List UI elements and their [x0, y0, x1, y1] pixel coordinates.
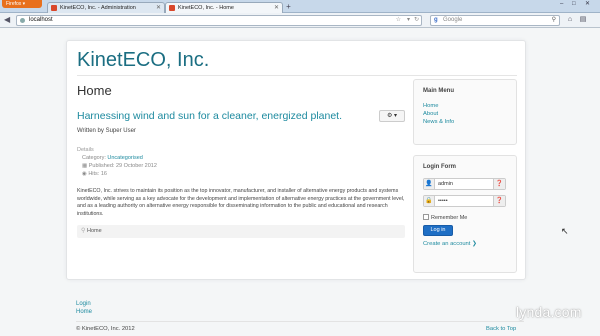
breadcrumb-home: Home: [87, 228, 102, 234]
category-link[interactable]: Uncategorised: [107, 155, 142, 161]
search-placeholder: Google: [443, 17, 463, 23]
footer-link-home[interactable]: Home: [76, 309, 92, 315]
gear-icon: ⚙ ▾: [386, 113, 398, 119]
category-row: Category: Uncategorised: [77, 154, 157, 162]
create-account-link[interactable]: Create an account ❯: [423, 241, 477, 247]
help-question-icon[interactable]: ❓: [493, 196, 505, 206]
url-bar[interactable]: localhost ☆ ▾ ↻: [16, 15, 422, 26]
tab-administration[interactable]: KinetECO, Inc. - Administration ✕: [47, 2, 165, 13]
menu-item-news-info[interactable]: News & Info: [423, 119, 454, 125]
article-details: Details Category: Uncategorised ▦ Publis…: [77, 146, 157, 178]
breadcrumb: ⚲ Home: [77, 225, 405, 238]
search-icon[interactable]: ⚲: [552, 16, 556, 25]
mouse-cursor-icon: ↖: [561, 226, 569, 236]
back-arrow-icon[interactable]: ◀: [4, 15, 10, 25]
copyright: © KinetECO, Inc. 2012: [76, 326, 135, 332]
search-engine-icon[interactable]: g: [434, 16, 438, 25]
menu-item-about[interactable]: About: [423, 111, 438, 117]
username-field[interactable]: 👤 ❓: [423, 178, 506, 190]
article-title[interactable]: Harnessing wind and sun for a cleaner, e…: [77, 110, 342, 122]
article-body: KinetECO, Inc. strives to maintain its p…: [77, 188, 405, 217]
browser-nav-bar: ◀ localhost ☆ ▾ ↻ g Google ⚲ ⌂ ▤: [0, 13, 600, 28]
new-tab-button[interactable]: +: [284, 2, 293, 12]
bookmark-star-icon[interactable]: ☆: [396, 16, 401, 25]
url-text: localhost: [29, 17, 53, 23]
help-question-icon[interactable]: ❓: [493, 179, 505, 189]
login-form-module: Login Form 👤 ❓ 🔒 ❓ Remember Me Log in Cr…: [413, 155, 517, 273]
close-tab-icon[interactable]: ✕: [156, 3, 161, 13]
details-label: Details: [77, 147, 94, 153]
firefox-menu-button[interactable]: Firefox ▾: [2, 0, 42, 8]
back-to-top-link[interactable]: Back to Top: [486, 326, 516, 332]
published-row: ▦ Published: 29 October 2012: [77, 162, 157, 170]
globe-icon: [20, 18, 25, 23]
site-title[interactable]: KinetECO, Inc.: [77, 49, 209, 72]
published-date: Published: 29 October 2012: [88, 163, 157, 169]
tab-label: KinetECO, Inc. - Administration: [60, 5, 136, 11]
firefox-menu-label: Firefox: [6, 1, 22, 7]
hits-count: Hits: 16: [88, 171, 107, 177]
close-window-icon[interactable]: ✕: [585, 0, 590, 9]
tab-label: KinetECO, Inc. - Home: [178, 5, 234, 11]
joomla-favicon-icon: [51, 5, 57, 11]
lock-icon: 🔒: [424, 196, 435, 206]
lynda-watermark: lynda.com: [516, 304, 582, 320]
login-form-title: Login Form: [423, 164, 456, 170]
main-menu-title: Main Menu: [423, 88, 454, 94]
reload-icon[interactable]: ↻: [414, 16, 419, 25]
home-icon[interactable]: ⌂: [565, 15, 575, 25]
calendar-icon: ▦: [82, 163, 89, 169]
remember-me[interactable]: Remember Me: [423, 214, 467, 221]
main-menu-module: Main Menu Home About News & Info: [413, 79, 517, 145]
remember-me-label: Remember Me: [431, 215, 468, 221]
maximize-icon[interactable]: □: [572, 0, 576, 9]
password-input[interactable]: [438, 197, 486, 205]
minimize-icon[interactable]: –: [560, 0, 563, 9]
category-label: Category:: [82, 155, 108, 161]
tab-home[interactable]: KinetECO, Inc. - Home ✕: [165, 2, 283, 13]
joomla-favicon-icon: [169, 5, 175, 11]
written-by: Written by Super User: [77, 128, 136, 134]
footer-divider: [76, 321, 524, 322]
password-field[interactable]: 🔒 ❓: [423, 195, 506, 207]
username-input[interactable]: [438, 180, 486, 188]
browser-tab-bar: Firefox ▾ KinetECO, Inc. - Administratio…: [0, 0, 600, 13]
hits-row: ◉ Hits: 16: [77, 170, 157, 178]
header-divider: [77, 75, 517, 76]
dropdown-icon[interactable]: ▾: [407, 16, 410, 25]
menu-item-home[interactable]: Home: [423, 103, 438, 109]
close-tab-icon[interactable]: ✕: [274, 3, 279, 13]
page-container: KinetECO, Inc. Home Harnessing wind and …: [66, 40, 526, 280]
search-input[interactable]: g Google ⚲: [430, 15, 560, 26]
footer-link-login[interactable]: Login: [76, 301, 91, 307]
article-tools-button[interactable]: ⚙ ▾: [379, 110, 405, 122]
bookmarks-icon[interactable]: ▤: [578, 15, 588, 25]
user-icon: 👤: [424, 179, 435, 189]
location-pin-icon: ⚲: [81, 228, 86, 234]
page-heading: Home: [77, 83, 112, 98]
remember-me-checkbox[interactable]: [423, 214, 429, 220]
login-button[interactable]: Log in: [423, 225, 453, 236]
